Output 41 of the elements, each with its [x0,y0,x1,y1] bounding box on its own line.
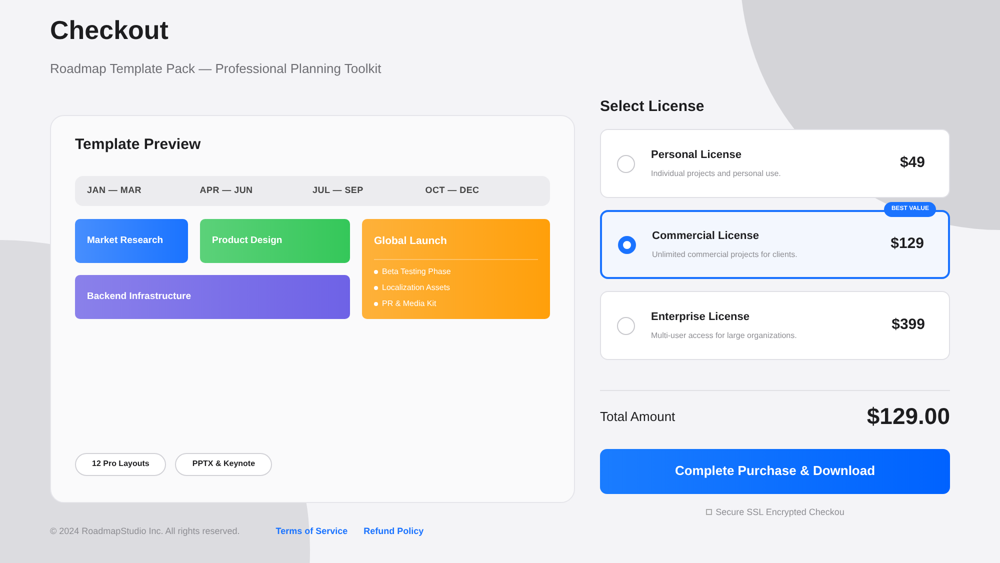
feature-tag: 12 Pro Layouts [75,452,166,476]
page-subtitle: Roadmap Template Pack — Professional Planning Toolkit [50,60,382,78]
license-description: Multi-user access for large organizations. [651,330,798,342]
quarter-label: OCT — DEC [425,184,480,198]
radio-button[interactable] [617,154,635,172]
footer-link[interactable]: Refund Policy [364,524,424,538]
license-name: Commercial License [652,228,760,244]
purchase-button[interactable]: Complete Purchase & Download [600,448,950,494]
quarter-label: JAN — MAR [87,184,143,198]
license-description: Individual projects and personal use. [651,168,782,180]
preview-title: Template Preview [75,134,202,154]
task-label: Backend Infrastructure [87,290,192,304]
task-title: Global Launch [374,234,538,260]
quarter-label: JUL — SEP [312,184,364,198]
license-option[interactable]: Commercial License Unlimited commercial projects for clients. $129 [600,210,950,279]
license-name: Personal License [651,148,742,163]
feature-tag: PPTX & Keynote [175,452,272,476]
task-item: PR & Media Kit [382,298,436,310]
security-note: Secure SSL Encrypted Checkou [716,506,844,519]
total-label: Total Amount [600,408,676,426]
section-title: Select License [600,98,706,116]
radio-button[interactable] [618,236,636,254]
task-label: Market Research [87,234,164,248]
total-amount: $129.00 [866,402,950,431]
task-item: Beta Testing Phase [382,266,451,278]
license-name: Enterprise License [651,310,750,325]
task-item: Localization Assets [382,282,450,294]
copyright-text: © 2024 RoadmapStudio Inc. All rights reserved. [50,524,240,538]
license-price: $399 [892,315,925,336]
radio-button[interactable] [617,316,635,334]
bullet-icon [374,270,378,274]
bullet-icon [374,286,378,290]
page-title: Checkout [50,14,170,46]
license-price: $129 [890,234,924,254]
license-option[interactable]: Enterprise License Multi-user access for large organizations. $399 [600,291,950,360]
license-price: $49 [900,153,925,174]
task-label: Product Design [212,234,282,248]
bullet-icon [374,302,378,306]
license-option[interactable]: Personal License Individual projects and personal use. $49 [600,129,950,198]
quarter-label: APR — JUN [200,184,254,198]
license-description: Unlimited commercial projects for clients. [652,249,798,262]
